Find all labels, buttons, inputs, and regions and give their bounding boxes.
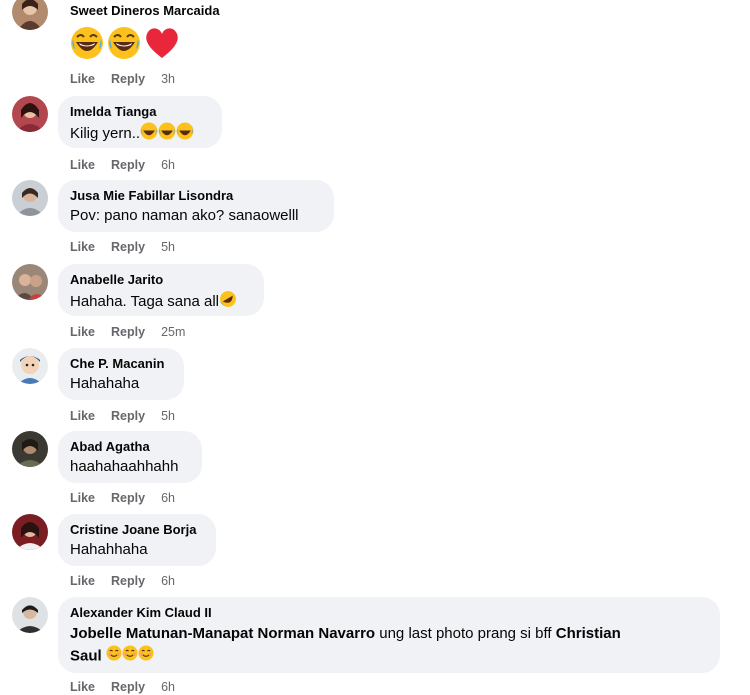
comment-bubble: Jusa Mie Fabillar Lisondra Pov: pano nam… bbox=[58, 180, 334, 232]
laughing-emoji-icon bbox=[140, 122, 158, 146]
comment-text: Kilig yern.. bbox=[70, 122, 210, 146]
reply-link[interactable]: Reply bbox=[111, 490, 145, 506]
comment-text: Hahahaha bbox=[70, 375, 140, 392]
timestamp[interactable]: 3h bbox=[161, 71, 175, 87]
reply-link[interactable]: Reply bbox=[111, 157, 145, 173]
comment-actions: Like Reply 25m bbox=[70, 324, 201, 340]
comment-text-content: ung last photo prang si bff bbox=[375, 625, 556, 642]
comment-bubble: Abad Agatha haahahaahhahh bbox=[58, 431, 202, 483]
reply-link[interactable]: Reply bbox=[111, 408, 145, 424]
mention-link[interactable]: Norman Navarro bbox=[258, 625, 376, 642]
reply-link[interactable]: Reply bbox=[111, 679, 145, 695]
smiling-emoji-icon bbox=[122, 645, 138, 668]
comment-text-content: Kilig yern.. bbox=[70, 124, 141, 142]
reply-link[interactable]: Reply bbox=[111, 573, 145, 589]
heart-emoji-icon bbox=[144, 26, 180, 65]
comment-actions: Like Reply 6h bbox=[70, 157, 191, 173]
comment-author[interactable]: Che P. Macanin bbox=[70, 356, 172, 372]
reply-link[interactable]: Reply bbox=[111, 239, 145, 255]
avatar[interactable] bbox=[12, 431, 48, 467]
comment-actions: Like Reply 6h bbox=[70, 490, 191, 506]
mention-link[interactable]: Jobelle Matunan-Manapat bbox=[70, 625, 253, 642]
reply-link[interactable]: Reply bbox=[111, 71, 145, 87]
avatar[interactable] bbox=[12, 348, 48, 384]
smiling-emoji-icon bbox=[138, 645, 154, 668]
timestamp[interactable]: 5h bbox=[161, 239, 175, 255]
comment-bubble: Anabelle Jarito Hahaha. Taga sana all bbox=[58, 264, 264, 316]
comment-author[interactable]: Sweet Dineros Marcaida bbox=[70, 3, 220, 19]
smiling-emoji-icon bbox=[106, 645, 122, 668]
comment-author[interactable]: Abad Agatha bbox=[70, 439, 190, 455]
timestamp[interactable]: 6h bbox=[161, 679, 175, 695]
avatar[interactable] bbox=[12, 96, 48, 132]
avatar[interactable] bbox=[12, 0, 48, 30]
comment-bubble: Imelda Tianga Kilig yern.. bbox=[58, 96, 222, 148]
avatar[interactable] bbox=[12, 264, 48, 300]
comment-text: Pov: pano naman ako? sanaowelll bbox=[70, 207, 299, 224]
like-link[interactable]: Like bbox=[70, 679, 95, 695]
like-link[interactable]: Like bbox=[70, 573, 95, 589]
like-link[interactable]: Like bbox=[70, 408, 95, 424]
comment-bubble: Alexander Kim Claud II Jobelle Matunan-M… bbox=[58, 597, 720, 673]
comment-text: Hahahhaha bbox=[70, 541, 148, 558]
timestamp[interactable]: 6h bbox=[161, 573, 175, 589]
timestamp[interactable]: 6h bbox=[161, 490, 175, 506]
comment-bubble: Che P. Macanin Hahahaha bbox=[58, 348, 184, 400]
comment-author[interactable]: Imelda Tianga bbox=[70, 104, 210, 120]
comment-bubble: Cristine Joane Borja Hahahhaha bbox=[58, 514, 216, 566]
laughing-emoji-icon bbox=[176, 122, 194, 146]
timestamp[interactable]: 6h bbox=[161, 157, 175, 173]
comment-text: haahahaahhahh bbox=[70, 458, 179, 475]
comment-text: Hahaha. Taga sana all bbox=[70, 290, 252, 314]
like-link[interactable]: Like bbox=[70, 490, 95, 506]
mention-link[interactable]: Saul bbox=[70, 647, 102, 664]
laughing-emoji-icon bbox=[158, 122, 176, 146]
avatar[interactable] bbox=[12, 514, 48, 550]
timestamp[interactable]: 5h bbox=[161, 408, 175, 424]
like-link[interactable]: Like bbox=[70, 239, 95, 255]
like-link[interactable]: Like bbox=[70, 157, 95, 173]
avatar[interactable] bbox=[12, 597, 48, 633]
timestamp[interactable]: 25m bbox=[161, 324, 185, 340]
comment-text-content: Hahaha. Taga sana all bbox=[70, 292, 220, 310]
comment-author[interactable]: Cristine Joane Borja bbox=[70, 522, 204, 538]
avatar[interactable] bbox=[12, 180, 48, 216]
reply-link[interactable]: Reply bbox=[111, 324, 145, 340]
rofl-emoji-icon bbox=[219, 290, 237, 314]
like-link[interactable]: Like bbox=[70, 71, 95, 87]
mention-link[interactable]: Christian bbox=[556, 625, 621, 642]
laughing-emoji-icon bbox=[70, 26, 104, 65]
laughing-emoji-icon bbox=[107, 26, 141, 65]
comment-author[interactable]: Alexander Kim Claud II bbox=[70, 605, 708, 621]
comment-author[interactable]: Anabelle Jarito bbox=[70, 272, 252, 288]
comment-actions: Like Reply 5h bbox=[70, 239, 191, 255]
comment-author[interactable]: Jusa Mie Fabillar Lisondra bbox=[70, 188, 322, 204]
emoji-reaction bbox=[70, 26, 180, 65]
like-link[interactable]: Like bbox=[70, 324, 95, 340]
comment-actions: Like Reply 5h bbox=[70, 408, 191, 424]
comment-actions: Like Reply 6h bbox=[70, 573, 191, 589]
comment-actions: Like Reply 3h bbox=[70, 71, 191, 87]
comment-text: Jobelle Matunan-Manapat Norman Navarro u… bbox=[70, 623, 708, 668]
comment-actions: Like Reply 6h bbox=[70, 679, 191, 695]
